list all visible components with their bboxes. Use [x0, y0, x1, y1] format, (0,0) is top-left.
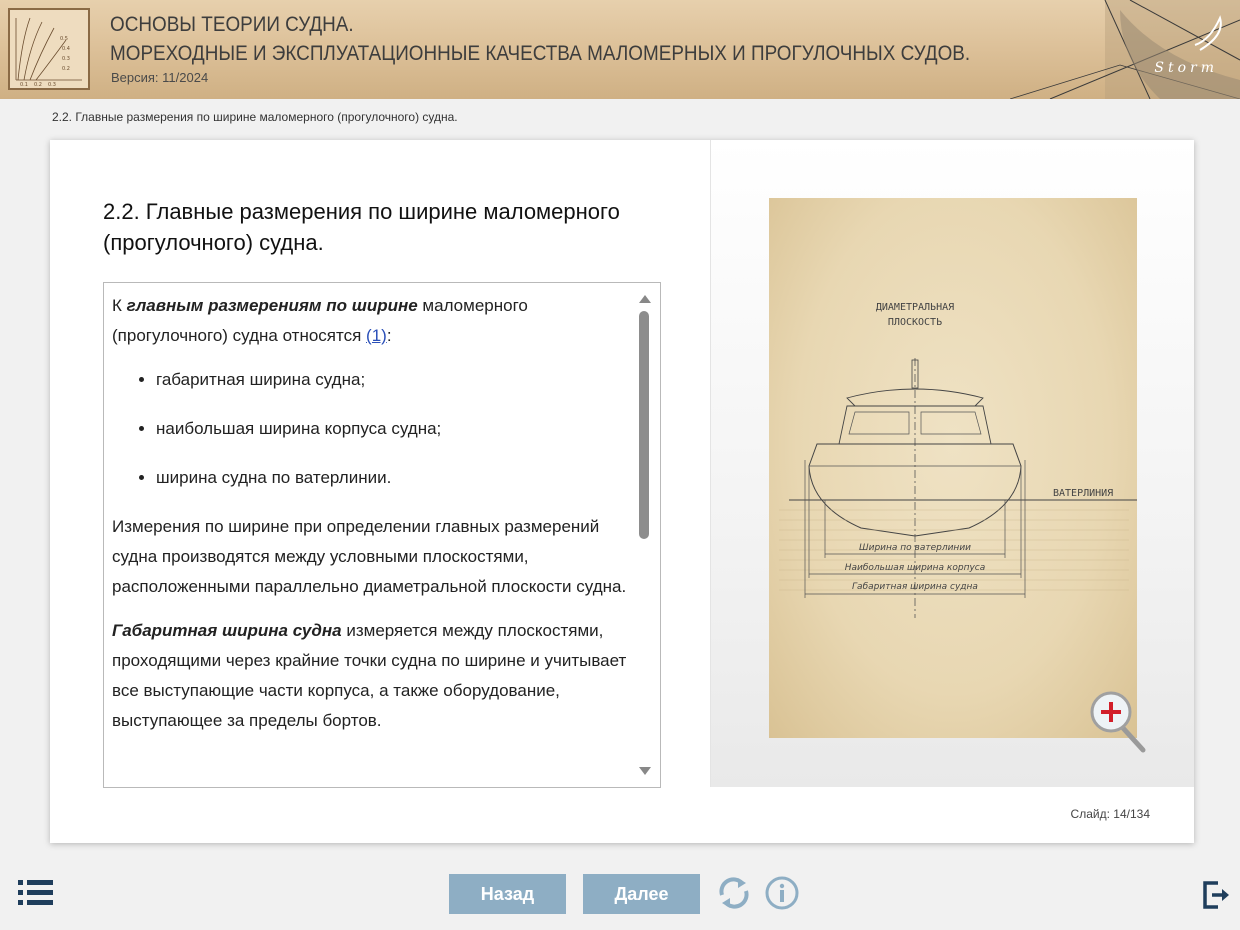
course-title: ОСНОВЫ ТЕОРИИ СУДНА. МОРЕХОДНЫЕ И ЭКСПЛУ…	[110, 10, 970, 68]
list-item: наибольшая ширина корпуса судна;	[156, 414, 634, 444]
course-logo: 0.5 0.4 0.3 0.2 0.1 0.2 0.3	[8, 8, 90, 90]
course-version: Версия: 11/2024	[111, 70, 209, 85]
boat-width-drawing: ДИАМЕТРАЛЬНАЯ ПЛОСКОСТЬ ВАТЕРЛИНИЯ Ширин…	[769, 198, 1137, 738]
dim-overall-label: Габаритная ширина судна	[852, 582, 978, 592]
course-header: 0.5 0.4 0.3 0.2 0.1 0.2 0.3 ОСНОВЫ ТЕОРИИ СУД…	[0, 0, 1240, 99]
breadcrumb: 2.2. Главные размерения по ширине маломе…	[52, 110, 458, 124]
reload-icon[interactable]	[714, 873, 754, 913]
diametral-plane-label-1: ДИАМЕТРАЛЬНАЯ	[876, 302, 954, 313]
brand-logo: Storm	[1154, 60, 1218, 76]
slide-counter-label: Слайд:	[1070, 807, 1110, 821]
list-menu-icon[interactable]	[16, 878, 56, 908]
reference-link[interactable]: (1)	[366, 326, 387, 345]
svg-text:0.5: 0.5	[60, 36, 68, 42]
ship-sketch-decoration	[1010, 0, 1240, 99]
dimension-list: габаритная ширина судна; наибольшая шири…	[156, 365, 634, 493]
course-title-line-2: МОРЕХОДНЫЕ И ЭКСПЛУАТАЦИОННЫЕ КАЧЕСТВА М…	[110, 42, 971, 65]
svg-text:0.3: 0.3	[48, 82, 56, 88]
intro-paragraph: К главным размерениям по ширине маломерн…	[112, 291, 634, 351]
measurement-paragraph: Измерения по ширине при определении глав…	[112, 517, 627, 596]
intro-end: :	[386, 326, 392, 345]
zoom-in-icon[interactable]	[1089, 690, 1149, 756]
text-scroll-area[interactable]: К главным размерениям по ширине маломерн…	[103, 282, 661, 788]
dim-waterline-label: Ширина по ватерлинии	[859, 543, 971, 553]
list-item: ширина судна по ватерлинии.	[156, 463, 634, 493]
back-button[interactable]: Назад	[449, 874, 566, 914]
intro-term: главным размерениям по ширине	[126, 296, 418, 315]
scroll-up-arrow[interactable]	[639, 295, 651, 303]
slide-counter-current: 14	[1113, 807, 1127, 821]
waterline-label: ВАТЕРЛИНИЯ	[1053, 488, 1113, 499]
text-content: К главным размерениям по ширине маломерн…	[112, 291, 634, 750]
scrollbar-thumb[interactable]	[639, 311, 649, 539]
image-panel: ДИАМЕТРАЛЬНАЯ ПЛОСКОСТЬ ВАТЕРЛИНИЯ Ширин…	[710, 140, 1194, 787]
overall-width-paragraph: Габаритная ширина судна измеряется между…	[112, 616, 634, 736]
scroll-down-arrow[interactable]	[639, 767, 651, 775]
info-icon[interactable]	[764, 875, 800, 911]
svg-text:0.3: 0.3	[62, 56, 70, 62]
diametral-plane-label-2: ПЛОСКОСТЬ	[888, 317, 942, 328]
intro-prefix: К	[112, 296, 127, 315]
svg-text:0.4: 0.4	[62, 46, 70, 52]
course-title-line-1: ОСНОВЫ ТЕОРИИ СУДНА.	[110, 13, 354, 36]
slide-card: 2.2. Главные размерения по ширине маломе…	[50, 140, 1194, 843]
slide-title: 2.2. Главные размерения по ширине маломе…	[103, 199, 620, 255]
svg-text:0.1: 0.1	[20, 82, 28, 88]
svg-text:0.2: 0.2	[34, 82, 42, 88]
svg-text:0.2: 0.2	[62, 66, 70, 72]
slide-counter: Слайд: 14/134	[1071, 807, 1150, 821]
list-item: габаритная ширина судна;	[156, 365, 634, 395]
next-button[interactable]: Далее	[583, 874, 700, 914]
slide-counter-total: 134	[1129, 807, 1150, 821]
dim-hull-label: Наибольшая ширина корпуса	[845, 563, 986, 573]
exit-icon[interactable]	[1202, 880, 1232, 910]
overall-width-term: Габаритная ширина судна	[112, 621, 342, 640]
